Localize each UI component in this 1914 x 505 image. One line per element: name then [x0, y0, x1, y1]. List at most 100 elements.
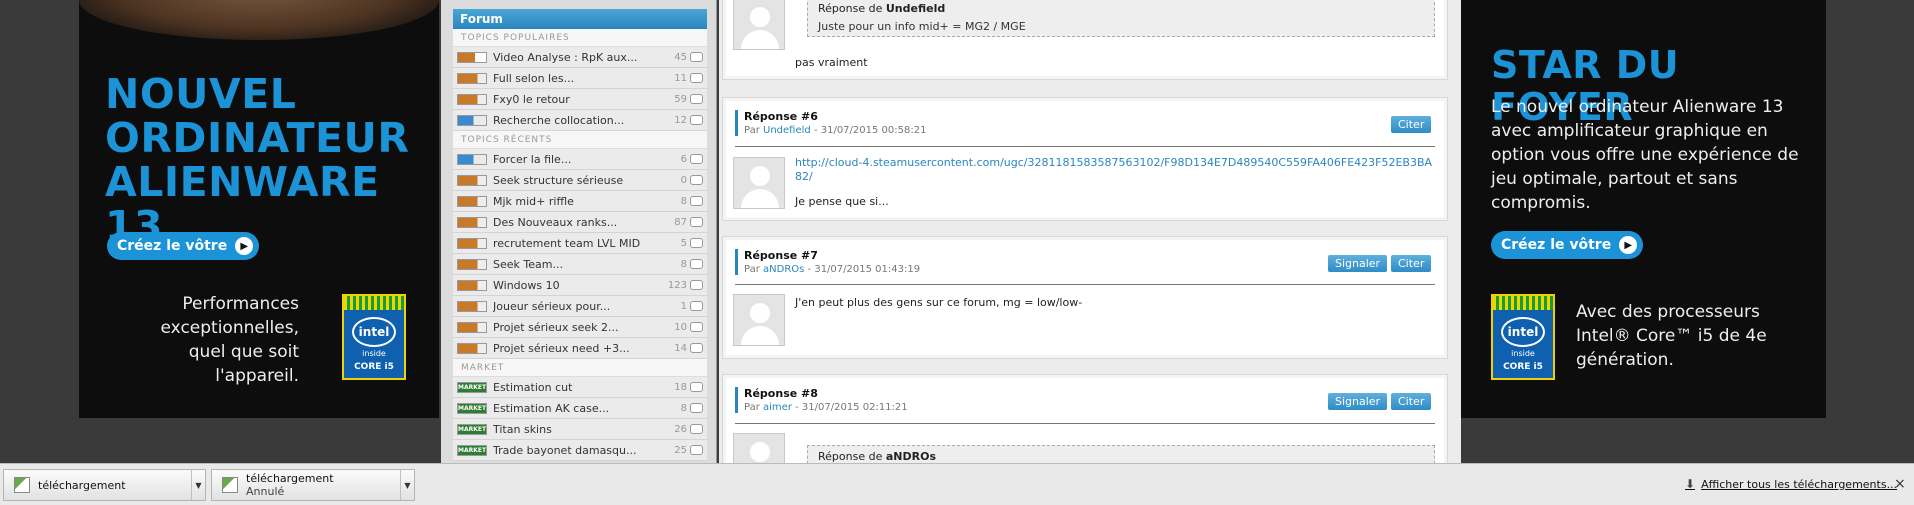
- topic-reply-count: 6: [680, 153, 687, 165]
- topic-reply-count: 8: [680, 258, 687, 270]
- post-date: - 31/07/2015 01:43:19: [807, 264, 921, 275]
- badge-stripes: [344, 296, 404, 310]
- commerce-category-icon: [457, 153, 487, 165]
- ad-right-cta-label: Créez le vôtre: [1501, 237, 1612, 253]
- topic-reply-count: 26: [674, 423, 687, 435]
- post-text: pas vraiment: [795, 56, 868, 69]
- arrow-right-icon: ▶: [1619, 236, 1638, 254]
- sidebar-topic-item[interactable]: Recherche collocation... 12: [453, 110, 707, 131]
- post-header: Réponse #7 Par aNDROs - 31/07/2015 01:43…: [735, 249, 920, 275]
- sidebar-topic-item[interactable]: MARKET Estimation cut 18: [453, 377, 707, 398]
- sidebar-topic-item[interactable]: Seek structure sérieuse 0: [453, 170, 707, 191]
- post-meta: Par aimer - 31/07/2015 02:11:21: [744, 402, 908, 413]
- intel-inside-label: inside: [1511, 349, 1535, 358]
- chevron-down-icon[interactable]: ▼: [191, 470, 205, 500]
- alienware-ad-left[interactable]: NOUVEL ORDINATEUR ALIENWARE 13 Créez le …: [79, 0, 439, 418]
- post-date: - 31/07/2015 02:11:21: [795, 402, 908, 413]
- post-top: Réponse de Undefield Juste pour un info …: [722, 0, 1448, 80]
- comment-bubble-icon: [690, 322, 703, 332]
- topic-title: Des Nouveaux ranks...: [493, 215, 618, 229]
- sidebar-topic-item[interactable]: Seek Team... 8: [453, 254, 707, 275]
- ad-left-cta-button[interactable]: Créez le vôtre ▶: [107, 232, 260, 260]
- report-button[interactable]: Signaler: [1328, 255, 1388, 272]
- file-icon: [14, 477, 30, 493]
- sidebar-topic-item[interactable]: MARKET Trade bayonet damasqu... 25: [453, 440, 707, 461]
- tv-category-icon: [457, 237, 487, 249]
- topic-title: Full selon les...: [493, 71, 575, 85]
- user-avatar: [733, 157, 785, 209]
- comment-bubble-icon: [690, 424, 703, 434]
- tv-category-icon: [457, 279, 487, 291]
- download-status: Annulé: [246, 485, 285, 498]
- post-date: - 31/07/2015 00:58:21: [813, 125, 927, 136]
- market-category-icon: MARKET: [457, 444, 487, 456]
- comment-bubble-icon: [690, 382, 703, 392]
- download-info: téléchargement Annulé: [246, 472, 400, 498]
- sidebar-topic-item[interactable]: Projet sérieux need +3... 14: [453, 338, 707, 359]
- comment-bubble-icon: [690, 301, 703, 311]
- post-title: Réponse #6: [744, 110, 818, 123]
- quote-author: aNDROs: [885, 450, 936, 463]
- sidebar-topic-item[interactable]: Video Analyse : RpK aux... 45: [453, 47, 707, 68]
- cite-button[interactable]: Citer: [1391, 393, 1432, 410]
- ad-right-performance-text: Avec des processeurs Intel® Core™ i5 de …: [1576, 302, 1767, 370]
- comment-bubble-icon: [690, 196, 703, 206]
- forum-thread: Réponse de Undefield Juste pour un info …: [719, 0, 1461, 463]
- intel-logo: intel: [1501, 317, 1545, 347]
- topic-reply-count: 10: [674, 321, 687, 333]
- quote-prefix: Réponse de: [818, 2, 883, 15]
- comment-bubble-icon: [690, 94, 703, 104]
- sidebar-topic-item[interactable]: Forcer la file... 6: [453, 149, 707, 170]
- alienware-ad-right[interactable]: STAR DU FOYER Le nouvel ordinateur Alien…: [1461, 0, 1826, 418]
- sidebar-topic-item[interactable]: MARKET Titan skins 26: [453, 419, 707, 440]
- tv-category-icon: [457, 342, 487, 354]
- close-icon[interactable]: ×: [1894, 476, 1906, 492]
- sidebar-topic-item[interactable]: MARKET Estimation AK case... 8: [453, 398, 707, 419]
- cite-button[interactable]: Citer: [1391, 255, 1432, 272]
- chevron-down-icon[interactable]: ▼: [400, 470, 414, 500]
- topic-reply-count: 123: [667, 279, 687, 291]
- sidebar-topic-item[interactable]: Fxy0 le retour 59: [453, 89, 707, 110]
- comment-bubble-icon: [690, 217, 703, 227]
- download-arrow-icon: ⬇: [1685, 477, 1696, 491]
- topic-title: Recherche collocation...: [493, 113, 625, 127]
- ad-left-performance-text: Performances exceptionnelles, quel que s…: [160, 294, 299, 386]
- ad-right-cta-button[interactable]: Créez le vôtre ▶: [1491, 231, 1644, 259]
- intel-logo: intel: [352, 317, 396, 347]
- sidebar-title[interactable]: Forum: [453, 9, 707, 29]
- post-author-link[interactable]: Undefield: [763, 125, 811, 136]
- download-filename: téléchargement: [246, 472, 334, 485]
- cite-button[interactable]: Citer: [1391, 116, 1432, 133]
- ad-right-body: Le nouvel ordinateur Alienware 13 avec a…: [1491, 97, 1799, 213]
- sidebar-topic-item[interactable]: Windows 10 123: [453, 275, 707, 296]
- comment-bubble-icon: [690, 403, 703, 413]
- post-text: J'en peut plus des gens sur ce forum, mg…: [795, 296, 1083, 309]
- post-meta: Par Undefield - 31/07/2015 00:58:21: [744, 125, 927, 136]
- sidebar-topic-item[interactable]: Full selon les... 11: [453, 68, 707, 89]
- sidebar-topic-item[interactable]: recrutement team LVL MID 5: [453, 233, 707, 254]
- topic-reply-count: 1: [680, 300, 687, 312]
- post-link[interactable]: http://cloud-4.steamusercontent.com/ugc/…: [795, 156, 1435, 184]
- topic-title: Joueur sérieux pour...: [493, 299, 611, 313]
- topic-reply-count: 59: [674, 93, 687, 105]
- topic-reply-count: 87: [674, 216, 687, 228]
- post-author-link[interactable]: aNDROs: [763, 264, 804, 275]
- topic-title: Seek structure sérieuse: [493, 173, 624, 187]
- topic-title: Titan skins: [493, 422, 552, 436]
- quote-author: Undefield: [885, 2, 946, 15]
- sidebar-topic-item[interactable]: Mjk mid+ riffle 8: [453, 191, 707, 212]
- post-separator: [735, 423, 1435, 424]
- download-item-1[interactable]: téléchargement ▼: [3, 469, 206, 501]
- topic-title: Video Analyse : RpK aux...: [493, 50, 638, 64]
- post-author-link[interactable]: aimer: [763, 402, 792, 413]
- comment-bubble-icon: [690, 343, 703, 353]
- download-bar: téléchargement ▼ téléchargement Annulé ▼…: [0, 463, 1914, 505]
- topic-title: Seek Team...: [493, 257, 563, 271]
- sidebar-topic-item[interactable]: Des Nouveaux ranks... 87: [453, 212, 707, 233]
- report-button[interactable]: Signaler: [1328, 393, 1388, 410]
- sidebar-topic-item[interactable]: Joueur sérieux pour... 1: [453, 296, 707, 317]
- topic-title: Estimation cut: [493, 380, 573, 394]
- download-item-2[interactable]: téléchargement Annulé ▼: [211, 469, 415, 501]
- sidebar-topic-item[interactable]: Projet sérieux seek 2... 10: [453, 317, 707, 338]
- show-all-downloads-link[interactable]: ⬇ Afficher tous les téléchargements...: [1685, 477, 1897, 491]
